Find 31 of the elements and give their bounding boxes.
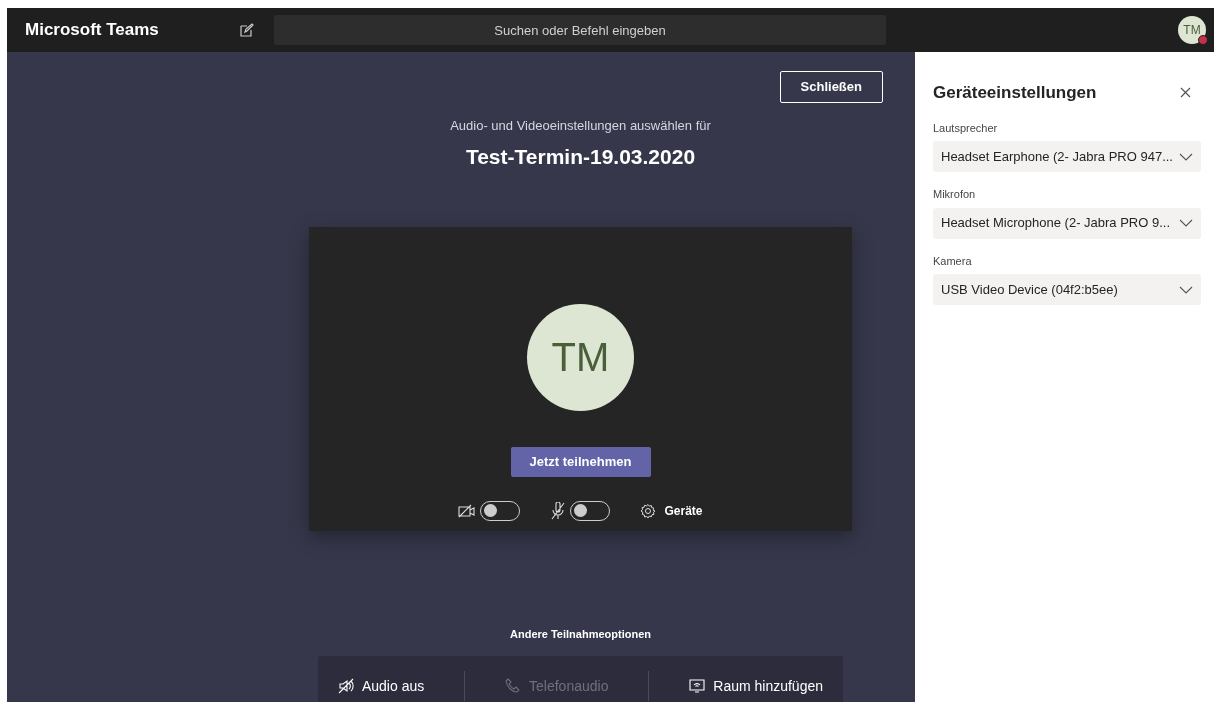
panel-title: Geräteeinstellungen [933,82,1097,104]
phone-icon [505,678,522,694]
meeting-title: Test-Termin-19.03.2020 [465,144,696,170]
chevron-down-icon [1179,152,1193,161]
join-option[interactable]: Audio aus [337,675,425,697]
field-label: Kamera [933,253,973,269]
chevron-down-icon [1179,219,1193,227]
device-dropdown[interactable]: USB Video Device (04f2:b5ee) [933,274,1201,305]
close-icon[interactable] [1180,87,1191,99]
compose-icon[interactable] [240,23,254,37]
subtitle: Audio- und Videoeinstellungen auswählen für [450,116,711,135]
gear-icon [640,502,657,519]
camera-off-icon [458,503,477,518]
field-label: Mikrofon [933,187,977,202]
avatar-initials: TM [1183,22,1201,39]
device-dropdown[interactable]: Headset Earphone (2- Jabra PRO 947... [933,141,1201,172]
search-field[interactable]: Suchen oder Befehl eingeben [274,15,886,45]
devices-button[interactable]: Geräte [640,501,703,520]
join-option[interactable]: Raum hinzufügen [689,675,823,697]
user-avatar[interactable]: TM [1178,16,1206,44]
field-label: Lautsprecher [933,120,999,136]
speaker-off-icon [337,678,354,694]
join-button[interactable]: Jetzt teilnehmen [510,446,651,477]
room-screen-icon [689,678,706,694]
device-dropdown[interactable]: Headset Microphone (2- Jabra PRO 9... [933,207,1201,239]
chevron-down-icon [1179,285,1193,294]
participant-avatar: TM [527,303,634,411]
close-button[interactable]: Schließen [779,71,883,103]
app-title: Microsoft Teams [24,19,160,42]
microphone-off-icon [550,501,567,520]
section-heading: Andere Teilnahmeoptionen [510,626,651,642]
